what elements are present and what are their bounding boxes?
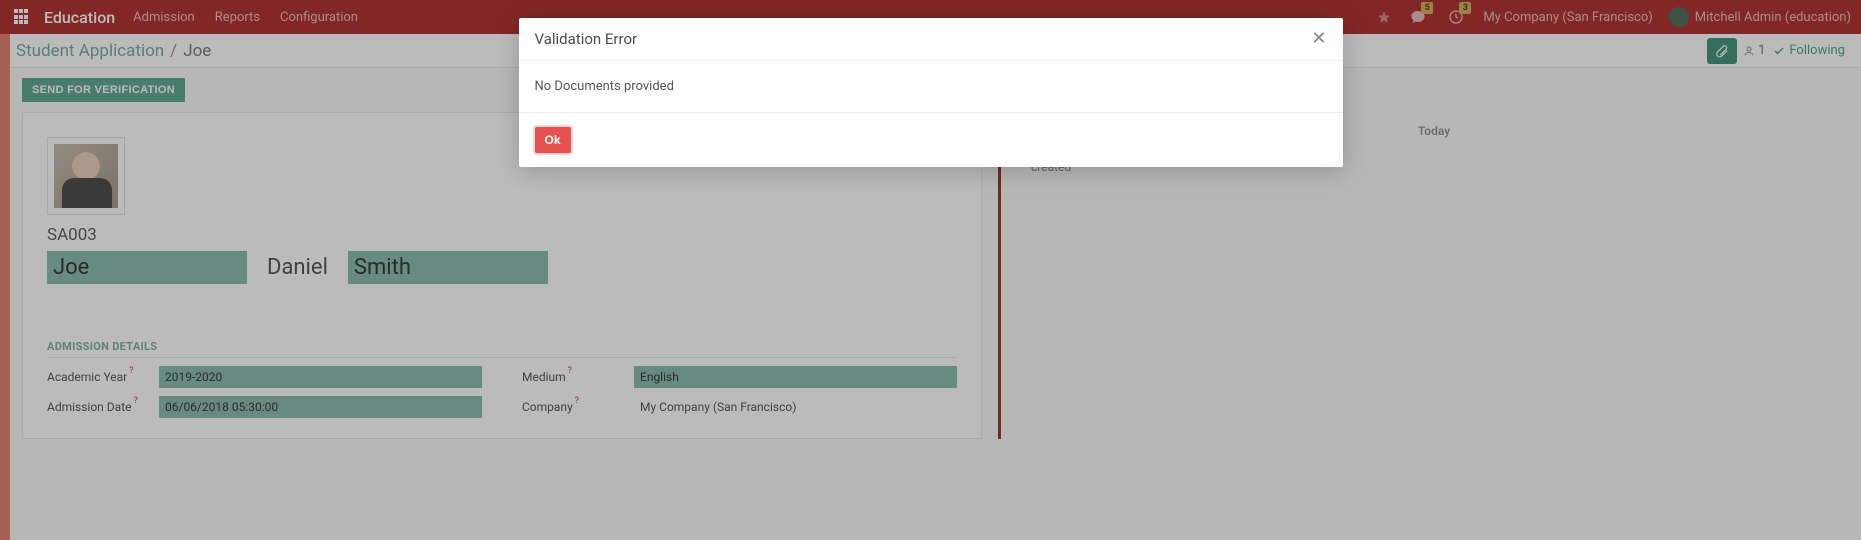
modal-overlay: Validation Error ✕ No Documents provided… [0, 0, 1861, 540]
dialog-title: Validation Error [535, 30, 1312, 48]
dialog-message: No Documents provided [519, 61, 1343, 112]
ok-button[interactable]: Ok [535, 127, 571, 153]
validation-error-dialog: Validation Error ✕ No Documents provided… [519, 18, 1343, 167]
close-icon[interactable]: ✕ [1311, 30, 1326, 48]
